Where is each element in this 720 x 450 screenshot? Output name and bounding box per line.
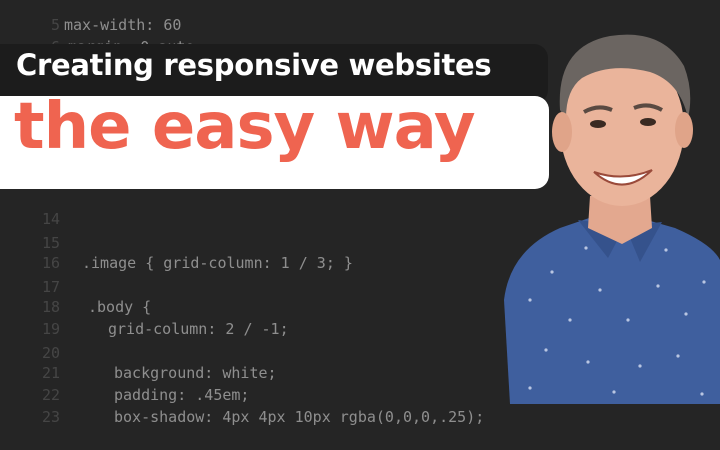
code-line: 21 background: white; <box>41 364 277 382</box>
headline-line2: the easy way <box>14 90 476 164</box>
code-line: 6margin: 0 auto; <box>0 14 204 56</box>
code-line: 20 <box>41 344 60 362</box>
code-line: 16 .image { grid-column: 1 / 3; } <box>41 254 353 272</box>
code-line: 14 <box>41 210 60 228</box>
presenter-image <box>504 34 720 404</box>
code-line: 22 padding: .45em; <box>41 386 250 404</box>
headline-line1: Creating responsive websites <box>16 48 492 82</box>
code-line: 19 grid-column: 2 / -1; <box>41 320 289 338</box>
code-line: 5 max-width: 60 <box>50 16 182 34</box>
code-line: 17 <box>41 278 60 296</box>
code-line: 23 box-shadow: 4px 4px 10px rgba(0,0,0,.2… <box>41 408 485 426</box>
code-line: 18 .body { <box>41 298 152 316</box>
code-line: 15 <box>41 234 60 252</box>
